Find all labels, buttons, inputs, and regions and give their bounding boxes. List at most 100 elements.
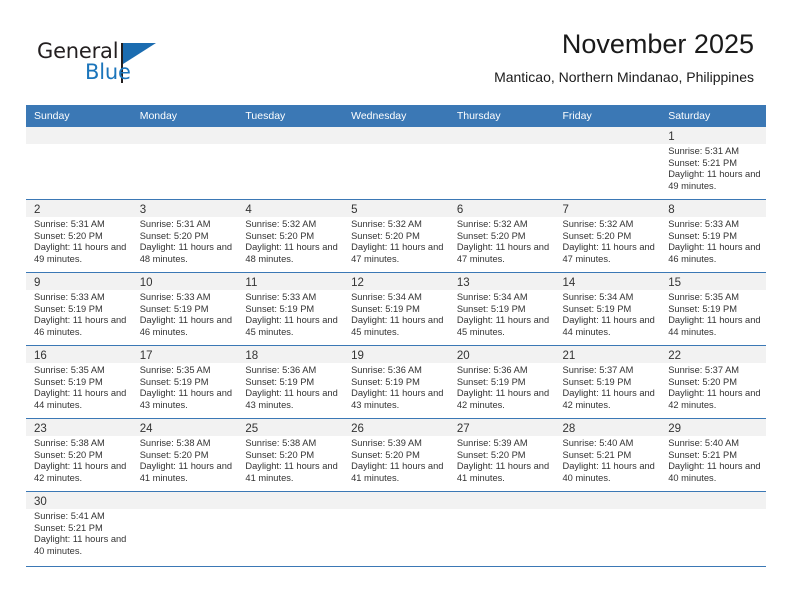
day-number-strip: 12 (343, 273, 449, 290)
day-cell-content: 4 Sunrise: 5:32 AM Sunset: 5:20 PM Daylight… (237, 200, 344, 272)
sun-info: Sunrise: 5:34 AM Sunset: 5:19 PM Daylight:… (343, 290, 449, 338)
sun-info: Sunrise: 5:34 AM Sunset: 5:19 PM Daylight:… (555, 290, 661, 338)
day-number: 9 (34, 277, 41, 289)
day-cell-content: 18 Sunrise: 5:36 AM Sunset: 5:19 PM Dayligh… (237, 346, 344, 418)
day-cell-content: 2 Sunrise: 5:31 AM Sunset: 5:20 PM Daylight… (26, 200, 132, 272)
sunset-text: Sunset: 5:19 PM (668, 303, 737, 314)
day-number-strip (131, 127, 238, 144)
day-number: 15 (668, 277, 682, 289)
sunrise-text: Sunrise: 5:36 AM (351, 365, 422, 375)
calendar-day-cell[interactable]: 3 Sunrise: 5:31 AM Sunset: 5:20 PM Daylight… (131, 199, 238, 273)
day-number-strip: 10 (131, 273, 238, 290)
day-cell-content: 5 Sunrise: 5:32 AM Sunset: 5:20 PM Daylight… (343, 200, 449, 272)
day-number-strip: 30 (26, 492, 132, 509)
sunset-text: Sunset: 5:19 PM (456, 303, 526, 314)
day-number-strip: 26 (343, 419, 449, 436)
calendar-day-cell[interactable]: 14 Sunrise: 5:34 AM Sunset: 5:19 PM Dayligh… (554, 272, 661, 346)
calendar-day-cell[interactable]: 24 Sunrise: 5:38 AM Sunset: 5:20 PM Dayligh… (131, 418, 238, 492)
calendar-day-cell[interactable]: 17 Sunrise: 5:35 AM Sunset: 5:19 PM Dayligh… (131, 345, 238, 419)
sunrise-text: Sunrise: 5:33 AM (139, 292, 211, 302)
day-cell-content: 28 Sunrise: 5:40 AM Sunset: 5:21 PM Dayligh… (554, 419, 661, 491)
day-number: 5 (351, 204, 358, 216)
day-number: 22 (668, 350, 682, 362)
day-cell-content: 11 Sunrise: 5:33 AM Sunset: 5:19 PM Dayligh… (237, 273, 344, 345)
sunrise-text: Sunrise: 5:39 AM (456, 438, 528, 448)
day-number-strip (448, 127, 555, 144)
day-number: 6 (456, 204, 464, 216)
calendar-day-cell[interactable]: 27 Sunrise: 5:39 AM Sunset: 5:20 PM Dayligh… (448, 418, 555, 492)
daylight-text: Daylight: 11 hours and 41 minutes. (351, 461, 444, 483)
sun-info: Sunrise: 5:38 AM Sunset: 5:20 PM Daylight:… (237, 436, 343, 484)
sun-info: Sunrise: 5:40 AM Sunset: 5:21 PM Daylight:… (660, 436, 766, 484)
day-cell-content: 6 Sunrise: 5:32 AM Sunset: 5:20 PM Daylight… (448, 200, 555, 272)
daylight-text: Daylight: 11 hours and 41 minutes. (139, 461, 233, 483)
calendar-day-cell (26, 127, 132, 200)
daylight-text: Daylight: 11 hours and 40 minutes. (34, 534, 127, 556)
sun-info: Sunrise: 5:37 AM Sunset: 5:19 PM Daylight:… (555, 363, 661, 411)
daylight-text: Daylight: 11 hours and 46 minutes. (34, 315, 127, 337)
sunrise-text: Sunrise: 5:31 AM (34, 219, 105, 229)
day-number: 28 (562, 423, 576, 435)
sunrise-text: Sunrise: 5:31 AM (668, 146, 740, 156)
sun-info: Sunrise: 5:32 AM Sunset: 5:20 PM Daylight:… (449, 217, 555, 265)
sun-info: Sunrise: 5:31 AM Sunset: 5:20 PM Daylight:… (132, 217, 238, 265)
calendar-day-cell[interactable]: 8 Sunrise: 5:33 AM Sunset: 5:19 PM Daylight… (660, 199, 766, 273)
calendar-day-cell[interactable]: 6 Sunrise: 5:32 AM Sunset: 5:20 PM Daylight… (448, 199, 555, 273)
sun-info: Sunrise: 5:35 AM Sunset: 5:19 PM Daylight:… (132, 363, 238, 411)
calendar-day-cell[interactable]: 2 Sunrise: 5:31 AM Sunset: 5:20 PM Daylight… (26, 199, 132, 273)
sunrise-text: Sunrise: 5:32 AM (456, 219, 528, 229)
day-number-strip: 29 (660, 419, 766, 436)
day-number-strip: 14 (554, 273, 661, 290)
sunrise-text: Sunrise: 5:35 AM (139, 365, 211, 375)
calendar-day-cell[interactable]: 1 Sunrise: 5:31 AM Sunset: 5:21 PM Daylight… (660, 127, 766, 200)
sun-info: Sunrise: 5:33 AM Sunset: 5:19 PM Daylight:… (132, 290, 238, 338)
calendar-day-cell[interactable]: 7 Sunrise: 5:32 AM Sunset: 5:20 PM Daylight… (554, 199, 661, 273)
calendar-day-cell[interactable]: 12 Sunrise: 5:34 AM Sunset: 5:19 PM Dayligh… (343, 272, 449, 346)
day-number-strip (448, 492, 555, 509)
calendar-day-cell[interactable]: 23 Sunrise: 5:38 AM Sunset: 5:20 PM Dayligh… (26, 418, 132, 492)
calendar-day-cell[interactable]: 28 Sunrise: 5:40 AM Sunset: 5:21 PM Dayligh… (554, 418, 661, 492)
calendar-day-cell[interactable]: 18 Sunrise: 5:36 AM Sunset: 5:19 PM Dayligh… (237, 345, 344, 419)
day-cell-content: 24 Sunrise: 5:38 AM Sunset: 5:20 PM Dayligh… (131, 419, 238, 491)
calendar-day-cell[interactable]: 30 Sunrise: 5:41 AM Sunset: 5:21 PM Dayligh… (26, 491, 132, 567)
sunrise-text: Sunrise: 5:38 AM (139, 438, 211, 448)
calendar-day-cell[interactable]: 16 Sunrise: 5:35 AM Sunset: 5:19 PM Dayligh… (26, 345, 132, 419)
sun-info: Sunrise: 5:32 AM Sunset: 5:20 PM Daylight:… (237, 217, 343, 265)
sunset-text: Sunset: 5:20 PM (351, 230, 420, 241)
day-cell-content: 30 Sunrise: 5:41 AM Sunset: 5:21 PM Dayligh… (26, 492, 132, 566)
calendar-day-cell[interactable]: 5 Sunrise: 5:32 AM Sunset: 5:20 PM Daylight… (343, 199, 449, 273)
calendar-day-cell[interactable]: 21 Sunrise: 5:37 AM Sunset: 5:19 PM Dayligh… (554, 345, 661, 419)
calendar-day-cell[interactable]: 9 Sunrise: 5:33 AM Sunset: 5:19 PM Daylight… (26, 272, 132, 346)
sunrise-text: Sunrise: 5:32 AM (351, 219, 422, 229)
calendar-day-cell[interactable]: 29 Sunrise: 5:40 AM Sunset: 5:21 PM Dayligh… (660, 418, 766, 492)
calendar-header-row: Sunday Monday Tuesday Wednesday Thursday… (26, 105, 766, 127)
calendar-day-cell (131, 127, 238, 200)
sun-info: Sunrise: 5:33 AM Sunset: 5:19 PM Daylight:… (26, 290, 132, 338)
day-number-strip: 15 (660, 273, 766, 290)
sunrise-text: Sunrise: 5:33 AM (668, 219, 740, 229)
day-number: 19 (351, 350, 364, 362)
calendar-day-cell[interactable]: 11 Sunrise: 5:33 AM Sunset: 5:19 PM Dayligh… (237, 272, 344, 346)
daylight-text: Daylight: 11 hours and 47 minutes. (351, 242, 444, 264)
day-number-strip: 22 (660, 346, 766, 363)
daylight-text: Daylight: 11 hours and 44 minutes. (668, 315, 761, 337)
day-number: 24 (139, 423, 153, 435)
day-number-strip: 23 (26, 419, 132, 436)
calendar-day-cell[interactable]: 15 Sunrise: 5:35 AM Sunset: 5:19 PM Dayligh… (660, 272, 766, 346)
logo-text-general: General (37, 39, 119, 63)
calendar-day-cell[interactable]: 4 Sunrise: 5:32 AM Sunset: 5:20 PM Daylight… (237, 199, 344, 273)
calendar-day-cell[interactable]: 13 Sunrise: 5:34 AM Sunset: 5:19 PM Dayligh… (448, 272, 555, 346)
day-number-strip: 9 (26, 273, 132, 290)
sunrise-text: Sunrise: 5:31 AM (139, 219, 211, 229)
sunset-text: Sunset: 5:20 PM (139, 230, 209, 241)
calendar-day-cell[interactable]: 26 Sunrise: 5:39 AM Sunset: 5:20 PM Dayligh… (343, 418, 449, 492)
weekday-header-thursday: Thursday (448, 105, 555, 127)
calendar-day-cell[interactable]: 25 Sunrise: 5:38 AM Sunset: 5:20 PM Dayligh… (237, 418, 344, 492)
calendar-day-cell[interactable]: 20 Sunrise: 5:36 AM Sunset: 5:19 PM Dayligh… (448, 345, 555, 419)
calendar-day-cell (343, 127, 449, 200)
calendar-day-cell[interactable]: 22 Sunrise: 5:37 AM Sunset: 5:20 PM Dayligh… (660, 345, 766, 419)
calendar-day-cell[interactable]: 19 Sunrise: 5:36 AM Sunset: 5:19 PM Dayligh… (343, 345, 449, 419)
sunset-text: Sunset: 5:19 PM (668, 230, 737, 241)
sunset-text: Sunset: 5:19 PM (562, 303, 632, 314)
calendar-day-cell[interactable]: 10 Sunrise: 5:33 AM Sunset: 5:19 PM Dayligh… (131, 272, 238, 346)
